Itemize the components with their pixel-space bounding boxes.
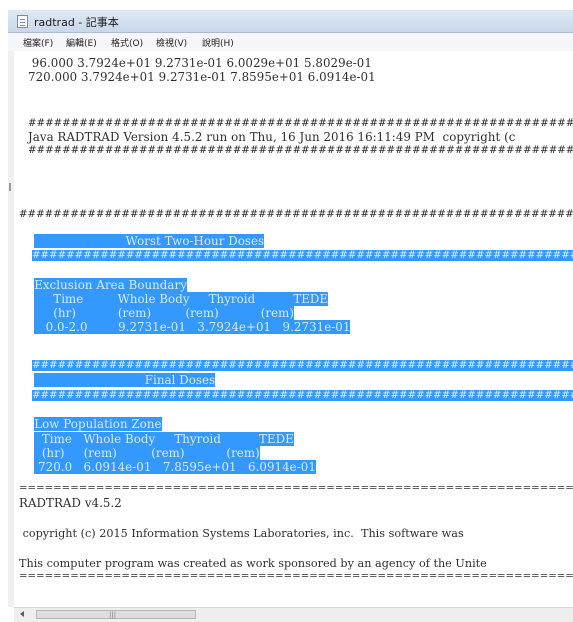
hash-separator: ########################################… xyxy=(19,209,573,220)
eab-dose-values: 0.0-2.0 9.2731e-01 3.7924e+01 9.2731e-01 xyxy=(34,320,351,334)
hash-separator: ########################################… xyxy=(28,145,573,156)
menu-help[interactable]: 說明(H) xyxy=(202,36,234,49)
grip-icon: ||| xyxy=(109,611,117,619)
menu-file[interactable]: 檔案(F) xyxy=(23,36,53,49)
radtrad-version: RADTRAD v4.5.2 xyxy=(19,496,122,510)
program-notice-line: This computer program was created as wor… xyxy=(19,557,487,570)
menu-view[interactable]: 檢視(V) xyxy=(156,36,187,49)
menu-edit[interactable]: 編輯(E) xyxy=(66,36,97,49)
eab-values-row: 0.0-2.0 9.2731e-01 3.7924e+01 9.2731e-01 xyxy=(19,308,351,347)
text-editor[interactable]: 96.000 3.7924e+01 9.2731e-01 6.0029e+01 … xyxy=(14,51,573,607)
horizontal-scrollbar[interactable]: ||| xyxy=(14,607,573,622)
menu-bar: 檔案(F) 編輯(E) 格式(O) 檢視(V) 說明(H) xyxy=(8,33,573,52)
worst-title-row: Worst Two-Hour Doses xyxy=(19,222,519,248)
selected-hash-separator: ########################################… xyxy=(31,390,573,401)
hash-separator: ########################################… xyxy=(28,118,573,129)
equals-separator: ========================================… xyxy=(19,483,573,494)
scroll-left-arrow-icon[interactable] xyxy=(20,611,24,617)
lpz-dose-values: 720.0 6.0914e-01 7.8595e+01 6.0914e-01 xyxy=(34,460,316,474)
data-line-96: 96.000 3.7924e+01 9.2731e-01 6.0029e+01 … xyxy=(28,56,372,70)
window-title: radtrad - 記事本 xyxy=(34,16,119,29)
java-version-line: Java RADTRAD Version 4.5.2 run on Thu, 1… xyxy=(28,130,516,144)
equals-separator: ========================================… xyxy=(19,571,573,582)
notepad-icon xyxy=(17,15,28,28)
scrollbar-thumb[interactable]: ||| xyxy=(36,610,196,619)
menu-format[interactable]: 格式(O) xyxy=(111,36,143,49)
copyright-line: copyright (c) 2015 Information Systems L… xyxy=(19,527,464,540)
data-line-720: 720.000 3.7924e+01 9.2731e-01 7.8595e+01… xyxy=(28,70,376,84)
resize-tick xyxy=(9,183,11,191)
title-bar: radtrad - 記事本 xyxy=(8,10,573,33)
selected-hash-separator: ########################################… xyxy=(31,250,573,261)
